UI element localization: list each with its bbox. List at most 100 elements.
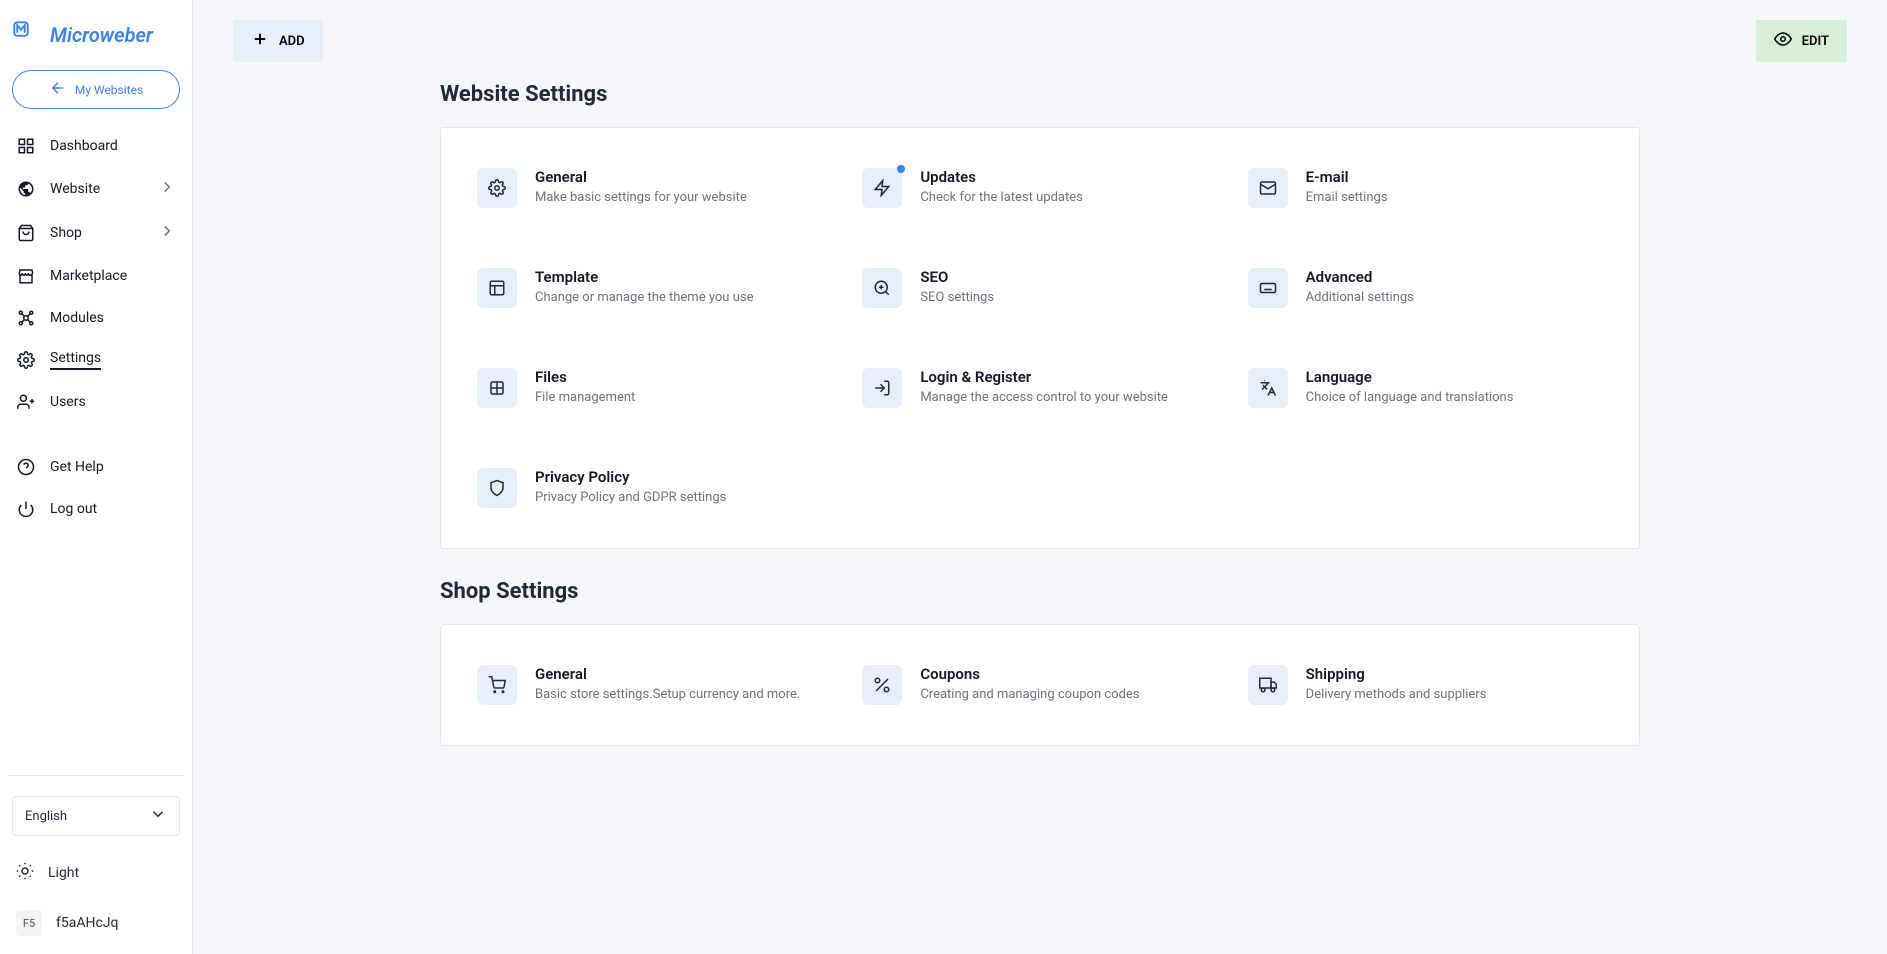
tile-updates[interactable]: Updates Check for the latest updates	[862, 168, 1217, 208]
bolt-icon	[862, 168, 902, 208]
sidebar-item-settings[interactable]: Settings	[8, 339, 184, 381]
sidebar-bottom: English Light F5 f5aAHcJq	[8, 775, 184, 954]
modules-icon	[16, 308, 36, 328]
tile-desc: Check for the latest updates	[920, 190, 1083, 205]
bag-icon	[16, 223, 36, 243]
sidebar-item-label: Log out	[50, 501, 97, 517]
sidebar-item-label: Users	[50, 394, 86, 410]
section-card: General Basic store settings.Setup curre…	[440, 624, 1640, 746]
sidebar-item-log-out[interactable]: Log out	[8, 488, 184, 530]
sidebar-item-get-help[interactable]: Get Help	[8, 446, 184, 488]
sidebar-item-label: Shop	[50, 225, 82, 241]
tile-title: Language	[1306, 368, 1514, 386]
logo[interactable]: Microweber	[8, 20, 184, 70]
tile-desc: Delivery methods and suppliers	[1306, 687, 1487, 702]
sun-icon	[16, 862, 34, 884]
logo-text: Microweber	[50, 23, 153, 47]
gear-icon	[477, 168, 517, 208]
tile-title: Login & Register	[920, 368, 1168, 386]
tile-title: E-mail	[1306, 168, 1388, 186]
tile-privacy-policy[interactable]: Privacy Policy Privacy Policy and GDPR s…	[477, 468, 832, 508]
language-select-label: English	[25, 809, 67, 824]
template-icon	[477, 268, 517, 308]
tile-title: General	[535, 665, 800, 683]
arrow-left-icon	[49, 79, 67, 100]
login-icon	[862, 368, 902, 408]
globe-icon	[16, 179, 36, 199]
tile-advanced[interactable]: Advanced Additional settings	[1248, 268, 1603, 308]
tile-text: Advanced Additional settings	[1306, 268, 1414, 308]
chevron-down-icon	[149, 805, 167, 827]
tile-desc: Make basic settings for your website	[535, 190, 747, 205]
tile-title: Privacy Policy	[535, 468, 726, 486]
language-select[interactable]: English	[12, 796, 180, 836]
section-title: Website Settings	[440, 82, 1640, 107]
tile-title: Coupons	[920, 665, 1139, 683]
nav-list: Dashboard Website Shop Marketplace Modul…	[8, 125, 184, 446]
tile-seo[interactable]: SEO SEO settings	[862, 268, 1217, 308]
tile-desc: Basic store settings.Setup currency and …	[535, 687, 800, 702]
sidebar-item-modules[interactable]: Modules	[8, 297, 184, 339]
tile-desc: Manage the access control to your websit…	[920, 390, 1168, 405]
theme-label: Light	[48, 865, 79, 881]
sidebar-item-website[interactable]: Website	[8, 167, 184, 211]
tile-title: Files	[535, 368, 635, 386]
section-card: General Make basic settings for your web…	[440, 127, 1640, 549]
tile-e-mail[interactable]: E-mail Email settings	[1248, 168, 1603, 208]
tile-desc: Change or manage the theme you use	[535, 290, 753, 305]
tile-title: SEO	[920, 268, 994, 286]
users-icon	[16, 392, 36, 412]
avatar: F5	[16, 910, 42, 936]
content: Website Settings General Make basic sett…	[440, 82, 1640, 746]
tile-general[interactable]: General Make basic settings for your web…	[477, 168, 832, 208]
shield-icon	[477, 468, 517, 508]
theme-toggle[interactable]: Light	[8, 848, 184, 898]
nav-list-bottom: Get Help Log out	[8, 446, 184, 767]
keyboard-icon	[1248, 268, 1288, 308]
chevron-right-icon	[158, 178, 176, 200]
tile-desc: File management	[535, 390, 635, 405]
tile-general[interactable]: General Basic store settings.Setup curre…	[477, 665, 832, 705]
tile-title: General	[535, 168, 747, 186]
sidebar-item-shop[interactable]: Shop	[8, 211, 184, 255]
topbar: ADD EDIT	[233, 20, 1847, 62]
truck-icon	[1248, 665, 1288, 705]
tile-text: Template Change or manage the theme you …	[535, 268, 753, 308]
add-button[interactable]: ADD	[233, 20, 323, 62]
user-name: f5aAHcJq	[56, 915, 118, 931]
mail-icon	[1248, 168, 1288, 208]
sidebar-item-users[interactable]: Users	[8, 381, 184, 423]
tile-text: Privacy Policy Privacy Policy and GDPR s…	[535, 468, 726, 508]
tile-desc: Creating and managing coupon codes	[920, 687, 1139, 702]
tile-language[interactable]: Language Choice of language and translat…	[1248, 368, 1603, 408]
sidebar-item-label: Marketplace	[50, 268, 127, 284]
tiles-grid: General Basic store settings.Setup curre…	[477, 665, 1603, 705]
sidebar-item-label: Modules	[50, 310, 104, 326]
my-websites-button[interactable]: My Websites	[12, 70, 180, 109]
lang-icon	[1248, 368, 1288, 408]
store-icon	[16, 266, 36, 286]
tile-coupons[interactable]: Coupons Creating and managing coupon cod…	[862, 665, 1217, 705]
gear-icon	[16, 350, 36, 370]
main: ADD EDIT Website Settings General Make b…	[193, 0, 1887, 954]
tile-desc: Privacy Policy and GDPR settings	[535, 490, 726, 505]
coupon-icon	[862, 665, 902, 705]
power-icon	[16, 499, 36, 519]
tile-files[interactable]: Files File management	[477, 368, 832, 408]
tile-title: Advanced	[1306, 268, 1414, 286]
tile-login-register[interactable]: Login & Register Manage the access contr…	[862, 368, 1217, 408]
sidebar-item-label: Get Help	[50, 459, 104, 475]
tile-text: Login & Register Manage the access contr…	[920, 368, 1168, 408]
tile-desc: SEO settings	[920, 290, 994, 305]
edit-button[interactable]: EDIT	[1756, 20, 1847, 62]
sidebar-item-marketplace[interactable]: Marketplace	[8, 255, 184, 297]
sidebar: Microweber My Websites Dashboard Website…	[0, 0, 193, 954]
sidebar-item-label: Website	[50, 181, 100, 197]
logo-icon	[12, 20, 42, 50]
tile-shipping[interactable]: Shipping Delivery methods and suppliers	[1248, 665, 1603, 705]
tile-template[interactable]: Template Change or manage the theme you …	[477, 268, 832, 308]
tile-text: General Basic store settings.Setup curre…	[535, 665, 800, 705]
files-icon	[477, 368, 517, 408]
user-profile[interactable]: F5 f5aAHcJq	[8, 898, 184, 954]
sidebar-item-dashboard[interactable]: Dashboard	[8, 125, 184, 167]
